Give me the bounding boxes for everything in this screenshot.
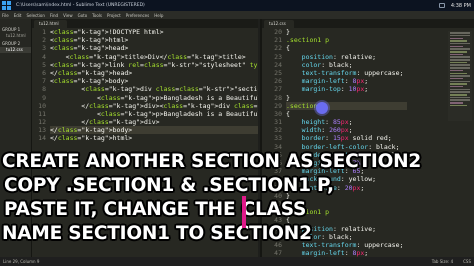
line-number: 14	[38, 134, 46, 143]
battery-icon[interactable]	[438, 3, 445, 8]
mouse-cursor-highlight	[316, 102, 328, 114]
line-number: 5	[42, 60, 46, 69]
menu-file[interactable]: File	[2, 13, 9, 18]
line-number: 21	[274, 36, 282, 45]
code-line[interactable]: width: 260px;	[286, 126, 407, 134]
code-line[interactable]: }	[286, 94, 407, 102]
line-number: 29	[274, 101, 282, 110]
code-line[interactable]: <class="k-tag">p>Bangladesh is a Beautif…	[50, 110, 258, 118]
code-line[interactable]: <class="k-tag">!DOCTYPE html>	[50, 28, 258, 36]
menu-bar: File Edit Selection Find View Goto Tools…	[0, 11, 474, 19]
clock[interactable]: 4:38 PM	[451, 3, 471, 9]
menu-help[interactable]: Help	[154, 13, 163, 18]
line-number: 22	[274, 44, 282, 53]
line-number: 9	[42, 93, 46, 102]
code-line[interactable]: .section1	[286, 101, 408, 110]
line-number: 12	[38, 118, 46, 127]
sidebar-group-1: GROUP 1	[2, 27, 21, 32]
window-title-bar: C:\Users\sam\index.html - Sublime Text (…	[0, 0, 474, 11]
line-number-gutter: 1 2 3 4 5 6 7 8 9 10 11 12 13 14	[32, 28, 46, 143]
cursor-position: Line 29, Column 9	[3, 259, 40, 264]
code-line[interactable]: <class="k-tag">body>	[50, 77, 258, 85]
windows-start-icon[interactable]	[2, 1, 12, 10]
minimap[interactable]	[448, 31, 472, 121]
code-line[interactable]: margin-top: 10px;	[286, 85, 407, 93]
line-number: 28	[274, 93, 282, 102]
line-number: 33	[274, 134, 282, 143]
code-line[interactable]: <class="k-tag">div class=class="k-str">"…	[50, 85, 258, 93]
menu-goto[interactable]: Goto	[78, 13, 88, 18]
code-line[interactable]: color: black;	[286, 61, 407, 69]
line-number: 8	[42, 85, 46, 94]
line-number: 3	[42, 44, 46, 53]
line-number: 2	[42, 36, 46, 45]
code-line[interactable]: <class="k-tag">title>Div</class="k-tag">…	[50, 53, 258, 61]
syntax-setting[interactable]: CSS	[463, 259, 471, 264]
code-line[interactable]: </class="k-tag">body>	[50, 126, 258, 135]
line-number: 26	[274, 77, 282, 86]
window-title: C:\Users\sam\index.html - Sublime Text (…	[16, 3, 145, 8]
code-line[interactable]: border: 15px solid red;	[286, 134, 407, 142]
code-line[interactable]: <class="k-tag">link rel=class="k-str">"s…	[50, 61, 258, 69]
line-number: 32	[274, 126, 282, 135]
code-line[interactable]: }	[286, 28, 407, 36]
tab-html-file[interactable]: tu12.html	[34, 20, 67, 28]
menu-selection[interactable]: Selection	[26, 13, 44, 18]
tab-size-setting[interactable]: Tab Size: 4	[432, 259, 453, 264]
sidebar-file-css[interactable]: tu12.css	[0, 47, 31, 53]
line-number: 25	[274, 68, 282, 77]
caption-line-3: PASTE IT, CHANGE THE CLASS	[4, 199, 307, 220]
sidebar-group-2: GROUP 2	[2, 41, 21, 46]
line-number: 4	[42, 52, 46, 61]
code-line[interactable]: </class="k-tag">head>	[50, 69, 258, 77]
code-line[interactable]: <class="k-tag">head>	[50, 44, 258, 52]
line-number: 20	[274, 28, 282, 36]
code-line[interactable]: </class="k-tag">div><class="k-tag">div c…	[50, 102, 258, 110]
code-line[interactable]: <class="k-tag">p>Bangladesh is a Beautif…	[50, 94, 258, 102]
line-number: 6	[42, 68, 46, 77]
line-number: 31	[274, 118, 282, 127]
code-area[interactable]: <class="k-tag">!DOCTYPE html> <class="k-t…	[50, 28, 258, 143]
line-number: 10	[38, 101, 46, 110]
line-number: 11	[38, 109, 46, 118]
caption-line-2: COPY .SECTION1 & .SECTION1 P,	[4, 175, 334, 196]
line-number: 7	[42, 77, 46, 86]
menu-project[interactable]: Project	[107, 13, 121, 18]
code-line[interactable]: {	[286, 110, 407, 118]
tab-css-file[interactable]: tu12.css	[264, 20, 294, 28]
code-line[interactable]: margin-left: 8px;	[286, 77, 407, 85]
menu-preferences[interactable]: Preferences	[126, 13, 150, 18]
system-tray: 4:38 PM	[438, 0, 471, 11]
code-line[interactable]: <class="k-tag">html>	[50, 36, 258, 44]
caption-line-1: CREATE ANOTHER SECTION AS SECTION2	[2, 151, 422, 172]
code-line[interactable]: {	[286, 44, 407, 52]
status-bar: Line 29, Column 9 Tab Size: 4 CSS	[0, 257, 474, 266]
code-line[interactable]: margin-left: 8px;	[286, 249, 407, 257]
tutorial-caption: CREATE ANOTHER SECTION AS SECTION2 COPY …	[2, 150, 472, 246]
code-line[interactable]: </class="k-tag">html>	[50, 134, 258, 142]
menu-tools[interactable]: Tools	[92, 13, 102, 18]
tab-bar: tu12.html	[32, 19, 258, 28]
line-number: 23	[274, 52, 282, 61]
menu-edit[interactable]: Edit	[14, 13, 22, 18]
line-number: 13	[38, 126, 46, 135]
code-line[interactable]: </class="k-tag">div>	[50, 118, 258, 126]
menu-view[interactable]: View	[63, 13, 73, 18]
menu-find[interactable]: Find	[50, 13, 58, 18]
tab-bar: tu12.css	[262, 19, 474, 28]
code-line[interactable]: text-transform: uppercase;	[286, 69, 407, 77]
line-number: 24	[274, 60, 282, 69]
caption-line-4: NAME SECTION1 TO SECTION2	[2, 223, 312, 244]
line-number: 30	[274, 109, 282, 118]
line-number: 27	[274, 85, 282, 94]
line-number: 1	[42, 28, 46, 36]
text-cursor-bar	[242, 196, 246, 228]
code-line[interactable]: .section1 p	[286, 36, 407, 44]
code-line[interactable]: height: 85px;	[286, 118, 407, 126]
code-line[interactable]: position: relative;	[286, 53, 407, 61]
line-number: 47	[274, 249, 282, 257]
